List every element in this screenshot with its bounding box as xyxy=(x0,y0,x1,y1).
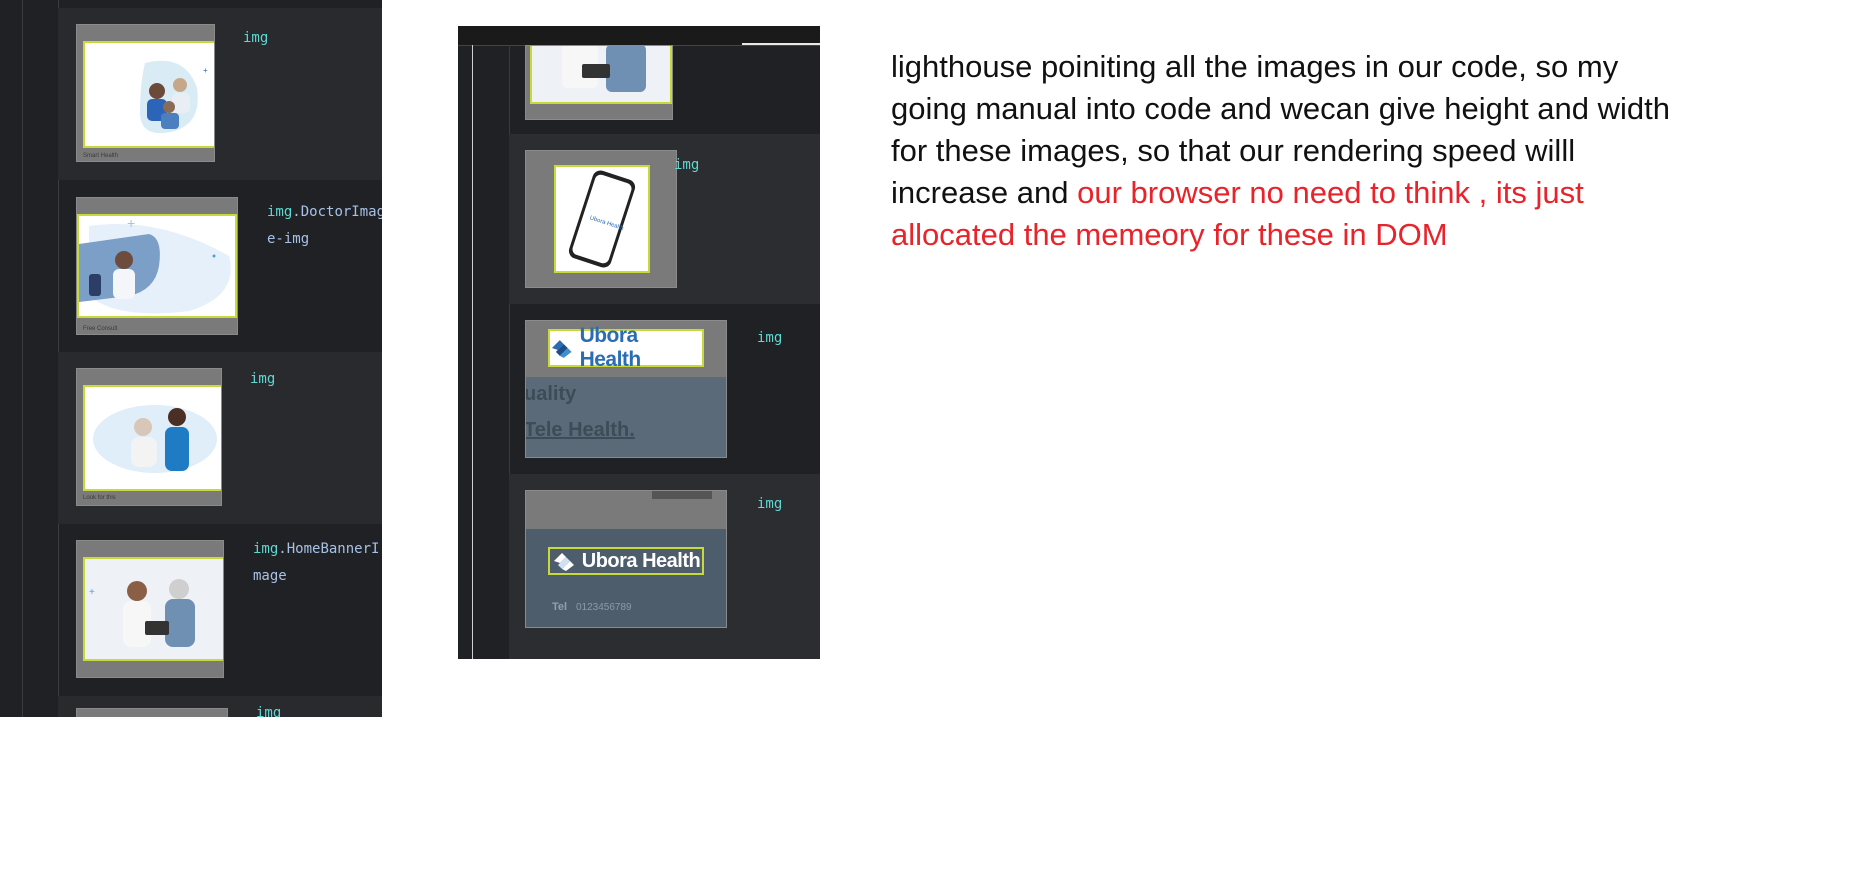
svg-text:+: + xyxy=(203,66,208,75)
tree-guide-line xyxy=(472,45,473,659)
doctor-elder-illustration xyxy=(532,46,670,102)
image-preview: + Free Consult xyxy=(76,197,238,335)
image-caption: Free Consult xyxy=(83,326,118,332)
preview-image: + xyxy=(83,41,214,148)
devtools-elements-panel-crop: Ubora Health img Ubora Health uality Tel… xyxy=(458,26,820,659)
devtools-elements-panel-left: + Smart Health img + Free Consult img.Do… xyxy=(0,0,382,717)
nurse-patient-illustration xyxy=(93,405,217,473)
element-tag-label: img xyxy=(250,366,275,393)
image-preview xyxy=(76,708,228,717)
image-preview: Ubora Health uality Tele Health. xyxy=(525,320,727,458)
doctor-photo-illustration: + xyxy=(79,216,231,314)
tag-name: img xyxy=(267,204,293,220)
image-preview: + Smart Health xyxy=(76,24,215,162)
brand-logo: Ubora Health xyxy=(548,324,704,371)
element-row[interactable]: Ubora Health Tel 0123456789 img xyxy=(509,474,820,659)
overlay-text-line2: Tele Health. xyxy=(525,419,635,441)
brand-logo: Ubora Health xyxy=(548,547,704,575)
element-tag-label: img.HomeBannerI mage xyxy=(253,536,379,590)
element-tag-label: img xyxy=(757,330,783,346)
tag-name: img xyxy=(256,705,282,717)
element-tag-label: img xyxy=(256,700,281,717)
footer-value: 0123456789 xyxy=(576,602,632,613)
image-preview: Look for this xyxy=(76,368,222,506)
annotation-note: lighthouse poiniting all the images in o… xyxy=(891,46,1671,256)
image-preview: Ubora Health xyxy=(525,150,677,288)
preview-image: + xyxy=(83,557,223,661)
element-tag-label: img xyxy=(757,496,783,512)
element-row[interactable]: Ubora Health uality Tele Health. img xyxy=(509,304,820,474)
overlay-text-line1: uality xyxy=(525,383,577,405)
preview-image: + xyxy=(77,214,237,318)
element-tag-label: img xyxy=(674,157,700,173)
element-tag-label: img.DoctorImag e-img xyxy=(267,199,382,253)
panel-topbar xyxy=(458,26,820,46)
preview-image xyxy=(83,385,221,491)
preview-image xyxy=(530,46,672,104)
svg-text:+: + xyxy=(89,587,95,598)
team-photo-illustration: + xyxy=(140,60,208,134)
phone-illustration: Ubora Health xyxy=(568,170,636,268)
image-caption: Look for this xyxy=(83,495,116,501)
element-row[interactable]: + Free Consult img.DoctorImag e-img xyxy=(58,180,382,352)
tree-guide-line xyxy=(22,0,23,717)
preview-overlay-strip xyxy=(652,491,712,499)
tag-name: img xyxy=(253,541,279,557)
logo-text: Ubora Health xyxy=(581,549,701,572)
preview-image: Ubora Health xyxy=(554,165,650,273)
element-tag-label: img xyxy=(243,25,268,52)
element-row[interactable]: Look for this img xyxy=(58,352,382,524)
image-preview: + xyxy=(76,540,224,678)
tag-name: img xyxy=(243,30,269,46)
element-row[interactable]: img xyxy=(58,696,382,717)
svg-text:+: + xyxy=(127,216,135,231)
element-row[interactable]: + img.HomeBannerI mage xyxy=(58,524,382,696)
ubora-logo-icon xyxy=(551,340,572,358)
tag-name: img xyxy=(250,371,276,387)
image-preview: Ubora Health Tel 0123456789 xyxy=(525,490,727,628)
footer-label: Tel xyxy=(552,601,568,613)
image-preview xyxy=(525,45,673,120)
doctor-elder-illustration: + xyxy=(85,559,223,659)
element-row[interactable]: + Smart Health img xyxy=(58,8,382,180)
logo-text: Ubora Health xyxy=(579,324,642,371)
ubora-logo-icon xyxy=(553,553,574,571)
image-caption: Smart Health xyxy=(83,153,119,159)
element-row[interactable]: Ubora Health img xyxy=(509,134,820,304)
